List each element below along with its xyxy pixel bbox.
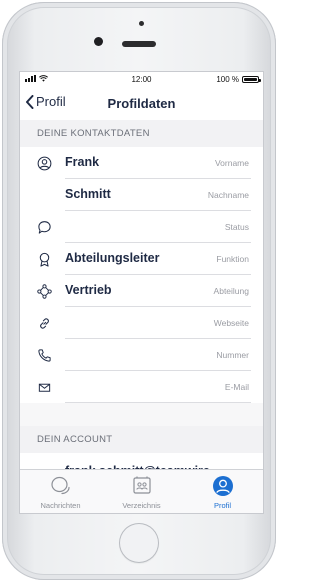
field-row-email[interactable]: E-Mail — [20, 371, 263, 403]
tab-messages-label: Nachrichten — [40, 501, 81, 510]
battery-icon — [242, 76, 261, 83]
department-label: Abteilung — [213, 286, 249, 296]
phone-frame: 12:00 100 % Profil Profildaten DEINE KON… — [2, 2, 276, 580]
status-bar: 12:00 100 % — [20, 72, 263, 86]
tab-messages[interactable]: Nachrichten — [20, 470, 101, 513]
phone-icon — [38, 349, 51, 362]
last-name-value: Schmitt — [65, 187, 111, 201]
contact-fields-list: Frank Vorname Schmitt Nachname Status Ab… — [20, 147, 263, 403]
tab-profile-label: Profil — [213, 501, 232, 510]
first-name-value: Frank — [65, 155, 100, 169]
row-divider — [65, 402, 251, 403]
function-label: Funktion — [216, 254, 249, 264]
field-row-function[interactable]: Abteilungsleiter Funktion — [20, 243, 263, 275]
phone-label: Nummer — [216, 350, 249, 360]
function-value: Abteilungsleiter — [65, 251, 160, 265]
field-row-department[interactable]: Vertrieb Abteilung — [20, 275, 263, 307]
proximity-sensor — [139, 21, 144, 26]
envelope-icon — [38, 383, 51, 392]
field-row-first-name[interactable]: Frank Vorname — [20, 147, 263, 179]
chat-icon — [50, 476, 70, 495]
speech-bubble-icon — [38, 221, 51, 234]
tab-directory[interactable]: Verzeichnis — [101, 470, 182, 513]
status-label: Status — [224, 222, 249, 232]
earpiece-speaker — [122, 41, 156, 47]
network-icon — [37, 284, 52, 299]
tab-directory-label: Verzeichnis — [122, 501, 161, 510]
navigation-bar: Profil Profildaten — [20, 86, 263, 121]
last-name-label: Nachname — [207, 190, 249, 200]
field-row-status[interactable]: Status — [20, 211, 263, 243]
home-button[interactable] — [119, 523, 159, 563]
tab-bar: Nachrichten Verzeichnis Profil — [20, 469, 263, 513]
section-header-contact: DEINE KONTAKTDATEN — [20, 120, 263, 147]
profile-icon — [212, 476, 233, 496]
link-icon — [40, 318, 49, 329]
battery-percentage: 100 % — [216, 75, 239, 84]
page-title: Profildaten — [107, 96, 176, 111]
app-screen: 12:00 100 % Profil Profildaten DEINE KON… — [19, 71, 264, 514]
field-row-last-name[interactable]: Schmitt Nachname — [20, 179, 263, 211]
department-value: Vertrieb — [65, 283, 112, 297]
front-camera — [94, 37, 103, 46]
badge-icon — [39, 252, 50, 267]
email-label: E-Mail — [224, 382, 249, 392]
website-label: Webseite — [213, 318, 249, 328]
status-right: 100 % — [216, 75, 261, 84]
directory-icon — [132, 476, 151, 494]
tab-profile[interactable]: Profil — [182, 470, 263, 513]
field-row-phone[interactable]: Nummer — [20, 339, 263, 371]
person-icon — [37, 156, 52, 171]
field-row-website[interactable]: Webseite — [20, 307, 263, 339]
first-name-label: Vorname — [214, 158, 249, 168]
section-header-account: DEIN ACCOUNT — [20, 426, 263, 453]
